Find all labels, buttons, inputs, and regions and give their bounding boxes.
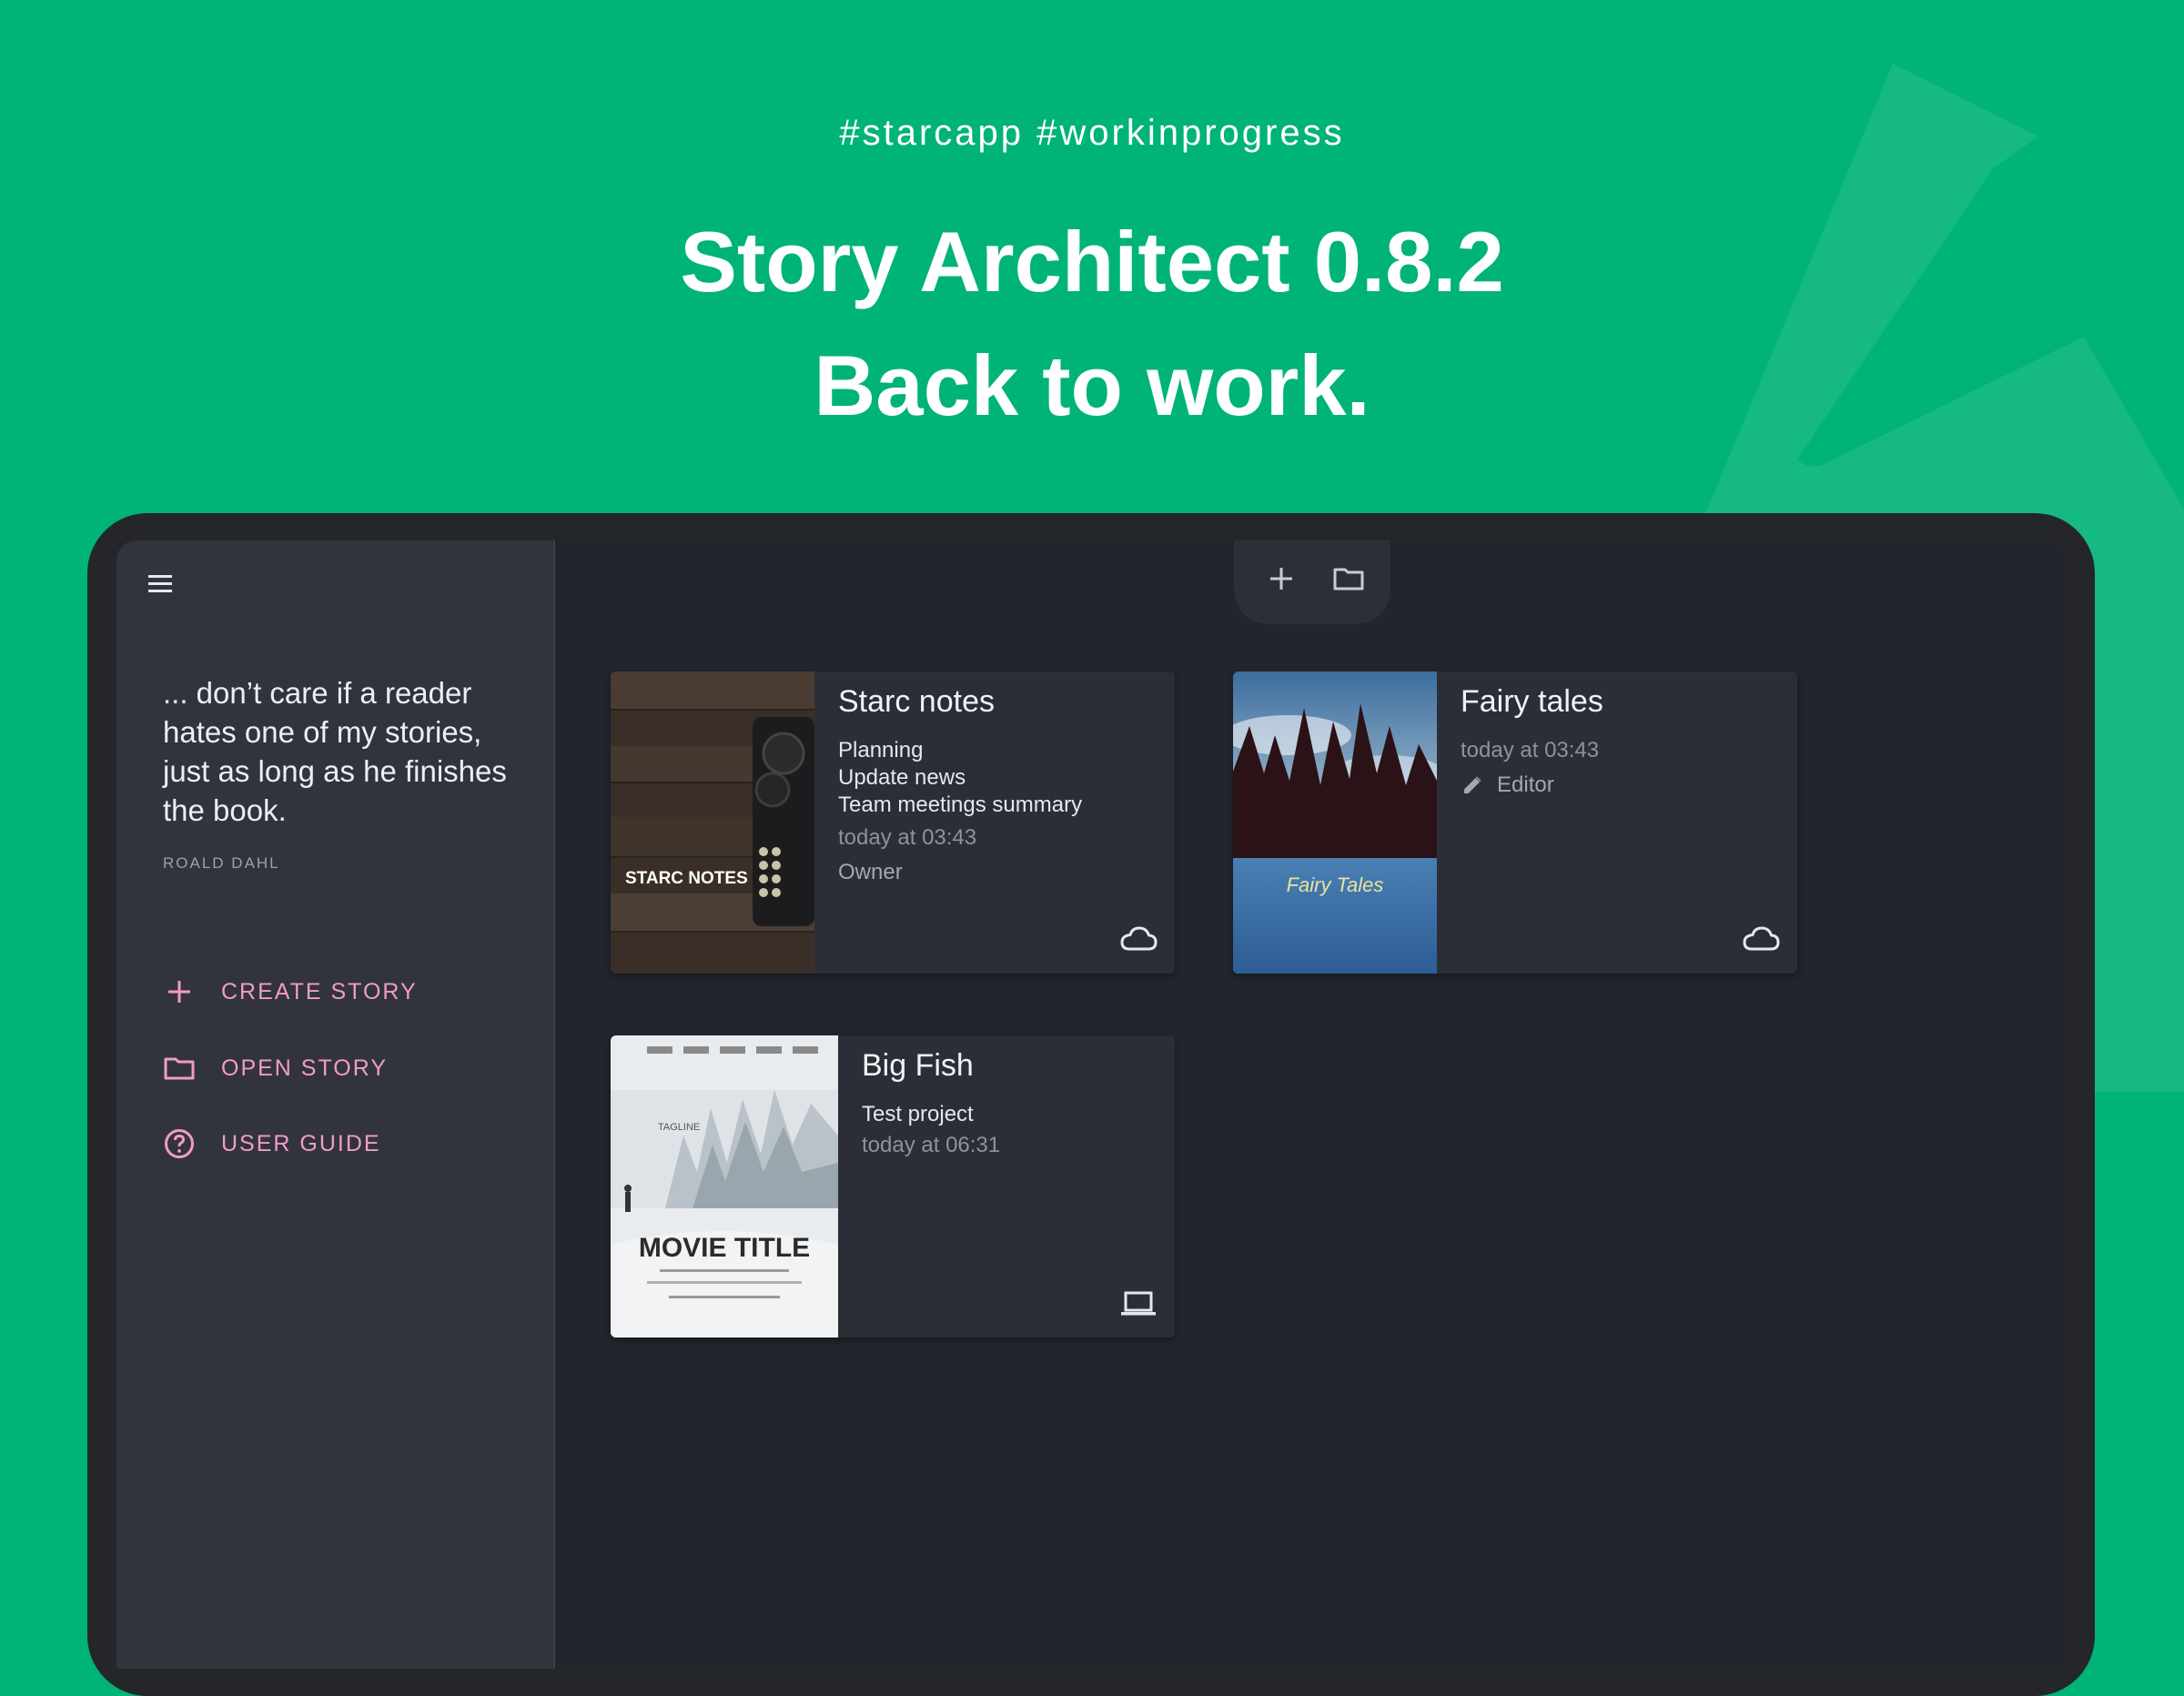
help-circle-icon — [165, 1129, 194, 1158]
project-date: today at 03:43 — [1461, 738, 1600, 762]
user-guide-button[interactable]: USER GUIDE — [163, 1124, 381, 1164]
project-details: today at 03:43 Editor — [1461, 737, 1599, 799]
project-role: Owner — [838, 859, 1082, 886]
create-story-label: CREATE STORY — [221, 978, 418, 1004]
user-guide-label: USER GUIDE — [221, 1130, 381, 1156]
cover-title-big-fish: MOVIE TITLE — [639, 1233, 810, 1263]
cover-image-fairy-tales: Fairy Tales — [1233, 671, 1437, 974]
project-card-big-fish[interactable]: TAGLINE MOVIE TITLE Big Fish Test projec… — [611, 1035, 1175, 1338]
cover-title-fairy-tales: Fairy Tales — [1287, 873, 1384, 896]
quote-author: ROALD DAHL — [163, 854, 280, 872]
project-date: today at 06:31 — [862, 1133, 1001, 1157]
plus-icon — [1270, 568, 1292, 590]
cover-image-big-fish: TAGLINE MOVIE TITLE — [611, 1035, 838, 1338]
project-card-starc-notes[interactable]: STARC NOTES Starc notes Planning Update … — [611, 671, 1175, 974]
cloud-icon — [1120, 926, 1158, 951]
project-line: Planning — [838, 738, 924, 762]
cloud-icon — [1743, 926, 1780, 951]
project-role: Editor — [1461, 772, 1599, 799]
project-line: Team meetings summary — [838, 792, 1083, 817]
headline-line-2: Back to work. — [814, 338, 1370, 433]
sidebar: ... don’t care if a reader hates one of … — [116, 540, 555, 1669]
headline-line-1: Story Architect 0.8.2 — [680, 214, 1504, 309]
project-line: Test project — [862, 1102, 974, 1126]
project-role-label: Owner — [838, 860, 903, 884]
top-toolbar — [1234, 540, 1390, 624]
project-details: Planning Update news Team meetings summa… — [838, 737, 1082, 886]
quote-text: ... don’t care if a reader hates one of … — [163, 676, 507, 827]
app-window: ... don’t care if a reader hates one of … — [116, 540, 2068, 1669]
project-line: Update news — [838, 765, 966, 790]
project-title: Big Fish — [862, 1048, 974, 1083]
create-story-button[interactable]: CREATE STORY — [163, 972, 418, 1012]
folder-icon — [1333, 568, 1364, 591]
folder-icon — [164, 1057, 195, 1080]
pencil-icon — [1464, 776, 1481, 793]
open-project-button[interactable] — [1329, 559, 1369, 599]
project-role-label: Editor — [1497, 772, 1554, 797]
laptop-icon — [1121, 1291, 1156, 1316]
cover-title-starc-notes: STARC NOTES — [625, 869, 748, 888]
cover-tagline-big-fish: TAGLINE — [658, 1122, 700, 1133]
plus-icon — [168, 981, 190, 1003]
card-body: Fairy tales today at 03:43 Editor — [1437, 671, 1797, 974]
project-card-fairy-tales[interactable]: Fairy Tales Fairy tales today at 03:43 E… — [1233, 671, 1797, 974]
cover-image-starc-notes: STARC NOTES — [611, 671, 814, 974]
menu-button[interactable] — [142, 566, 178, 602]
open-story-label: OPEN STORY — [221, 1055, 389, 1081]
card-body: Big Fish Test project today at 06:31 — [838, 1035, 1175, 1338]
project-details: Test project today at 06:31 — [862, 1101, 1000, 1159]
hamburger-menu-icon — [148, 575, 172, 592]
hashtags: #starcapp #workinprogress — [839, 113, 1345, 153]
add-project-button[interactable] — [1261, 559, 1301, 599]
project-title: Starc notes — [838, 684, 995, 719]
project-title: Fairy tales — [1461, 684, 1603, 719]
open-story-button[interactable]: OPEN STORY — [163, 1048, 388, 1088]
project-date: today at 03:43 — [838, 825, 977, 850]
headline: Story Architect 0.8.2 Back to work. — [0, 200, 2184, 448]
card-body: Starc notes Planning Update news Team me… — [814, 671, 1175, 974]
